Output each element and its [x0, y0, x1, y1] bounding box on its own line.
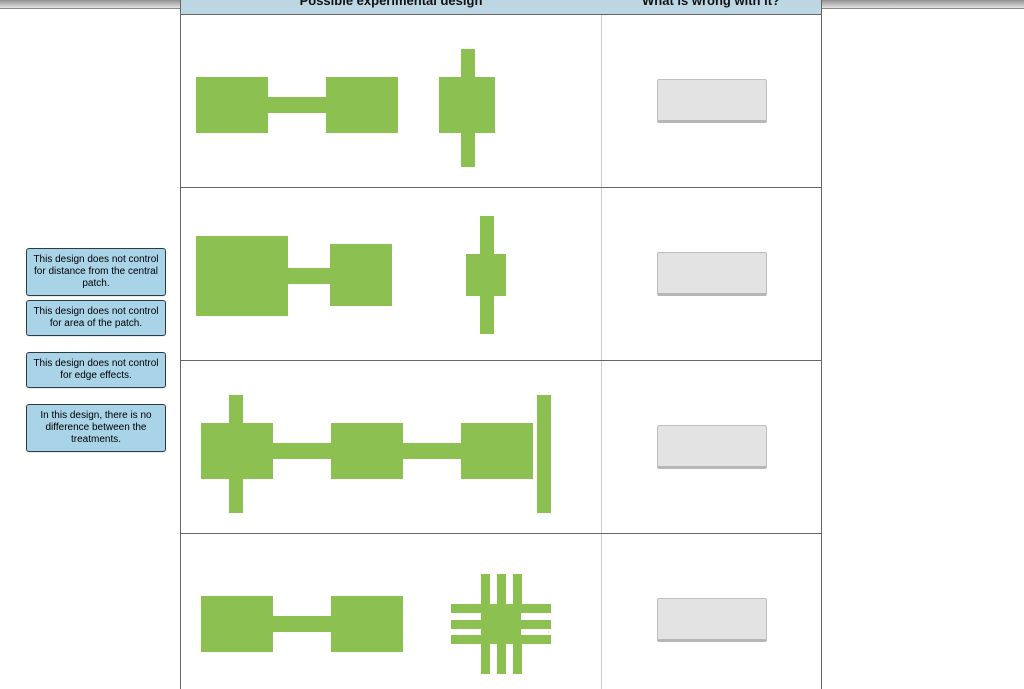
diagram-row3 [181, 361, 602, 533]
activity-header: Possible experimental design What is wro… [181, 0, 821, 15]
answer-tile-label: In this design, there is no difference b… [40, 410, 151, 445]
answer-tile-label: This design does not control for distanc… [33, 254, 158, 289]
answer-tile-label: This design does not control for edge ef… [33, 358, 158, 381]
drop-target-row4[interactable] [657, 598, 767, 642]
table-row [181, 15, 821, 188]
answer-tile-area[interactable]: This design does not control for area of… [26, 300, 166, 336]
table-row [181, 534, 821, 689]
fragmented-patch-icon [451, 574, 551, 674]
diagram-row2 [181, 188, 602, 360]
table-row [181, 188, 821, 361]
drop-target-row3[interactable] [657, 425, 767, 469]
drop-target-row1[interactable] [657, 79, 767, 123]
table-row [181, 361, 821, 534]
drop-target-row2[interactable] [657, 252, 767, 296]
diagram-svg [181, 534, 601, 689]
drop-cell [602, 361, 821, 533]
diagram-row1 [181, 15, 602, 187]
header-right: What is wrong with it? [601, 0, 821, 8]
activity-table: Possible experimental design What is wro… [180, 0, 822, 689]
diagram-svg [181, 15, 601, 187]
answer-tile-distance[interactable]: This design does not control for distanc… [26, 248, 166, 296]
header-left: Possible experimental design [181, 0, 601, 8]
diagram-svg [181, 188, 601, 360]
diagram-row4 [181, 534, 602, 689]
answer-tile-nodiff[interactable]: In this design, there is no difference b… [26, 404, 166, 452]
drop-cell [602, 188, 821, 360]
page: This design does not control for distanc… [0, 0, 1024, 689]
diagram-svg [181, 361, 601, 533]
answer-tile-edge[interactable]: This design does not control for edge ef… [26, 352, 166, 388]
drop-cell [602, 534, 821, 689]
answer-tile-label: This design does not control for area of… [33, 306, 158, 329]
drop-cell [602, 15, 821, 187]
